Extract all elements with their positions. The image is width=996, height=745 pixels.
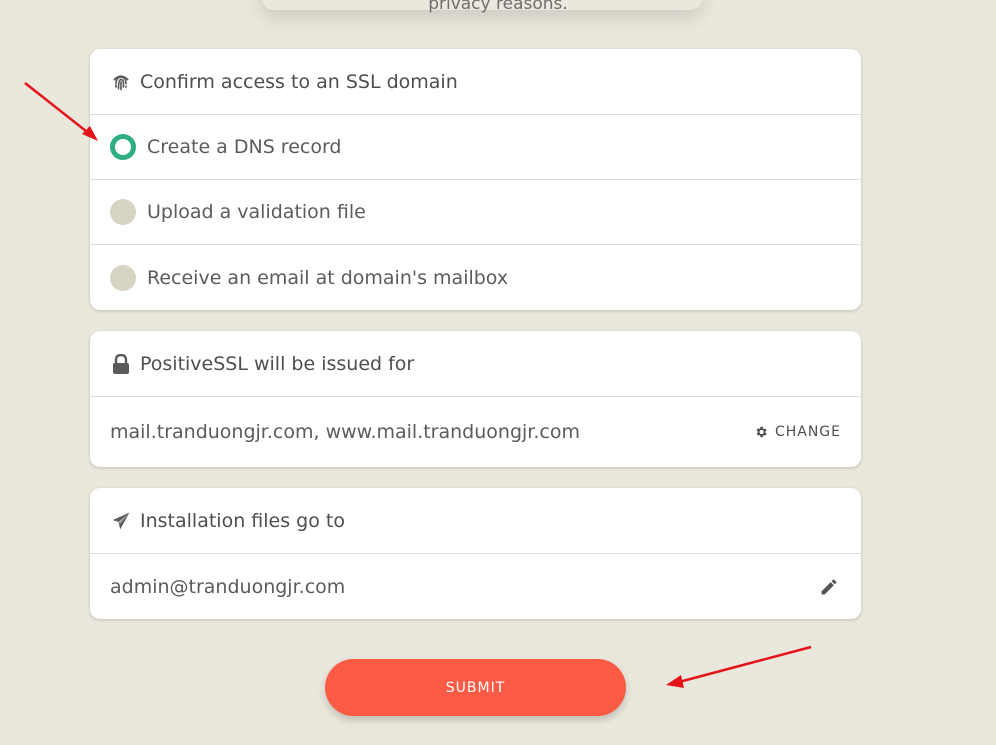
privacy-note: privacy reasons. (428, 0, 568, 14)
lock-icon (110, 353, 132, 375)
radio-unselected[interactable] (110, 264, 136, 291)
fingerprint-icon (110, 71, 132, 93)
edit-pencil-icon[interactable] (819, 577, 839, 597)
installation-card: Installation files go to admin@tranduong… (90, 488, 861, 619)
dcv-title: Confirm access to an SSL domain (140, 70, 458, 93)
domain-list: mail.tranduongjr.com, www.mail.tranduong… (110, 421, 580, 443)
issued-for-card: PositiveSSL will be issued for mail.tran… (90, 331, 861, 467)
gear-icon (756, 426, 767, 438)
radio-unselected[interactable] (110, 199, 136, 225)
install-title: Installation files go to (140, 509, 345, 532)
paper-plane-icon (110, 510, 132, 532)
submit-button[interactable]: SUBMIT (325, 659, 626, 716)
arrow-to-submit (666, 645, 812, 688)
issued-domains-row: mail.tranduongjr.com, www.mail.tranduong… (90, 397, 861, 467)
dcv-option-label: Create a DNS record (147, 136, 342, 158)
change-label: CHANGE (774, 424, 841, 440)
dcv-option-file[interactable]: Upload a validation file (90, 180, 861, 245)
change-button[interactable]: CHANGE (754, 424, 841, 440)
issued-title: PositiveSSL will be issued for (140, 352, 415, 375)
dcv-option-label: Receive an email at domain's mailbox (147, 266, 509, 289)
radio-selected[interactable] (110, 134, 136, 160)
dcv-option-label: Upload a validation file (147, 201, 366, 223)
install-email-row: admin@tranduongjr.com (90, 554, 861, 619)
issued-header: PositiveSSL will be issued for (90, 331, 861, 397)
install-header: Installation files go to (90, 488, 861, 554)
dcv-method-card: Confirm access to an SSL domain Create a… (90, 49, 861, 310)
arrow-to-dns-option (24, 82, 98, 141)
dcv-header: Confirm access to an SSL domain (90, 49, 861, 115)
dcv-option-email[interactable]: Receive an email at domain's mailbox (90, 245, 861, 310)
install-email: admin@tranduongjr.com (110, 575, 346, 598)
dcv-option-dns[interactable]: Create a DNS record (90, 115, 861, 180)
